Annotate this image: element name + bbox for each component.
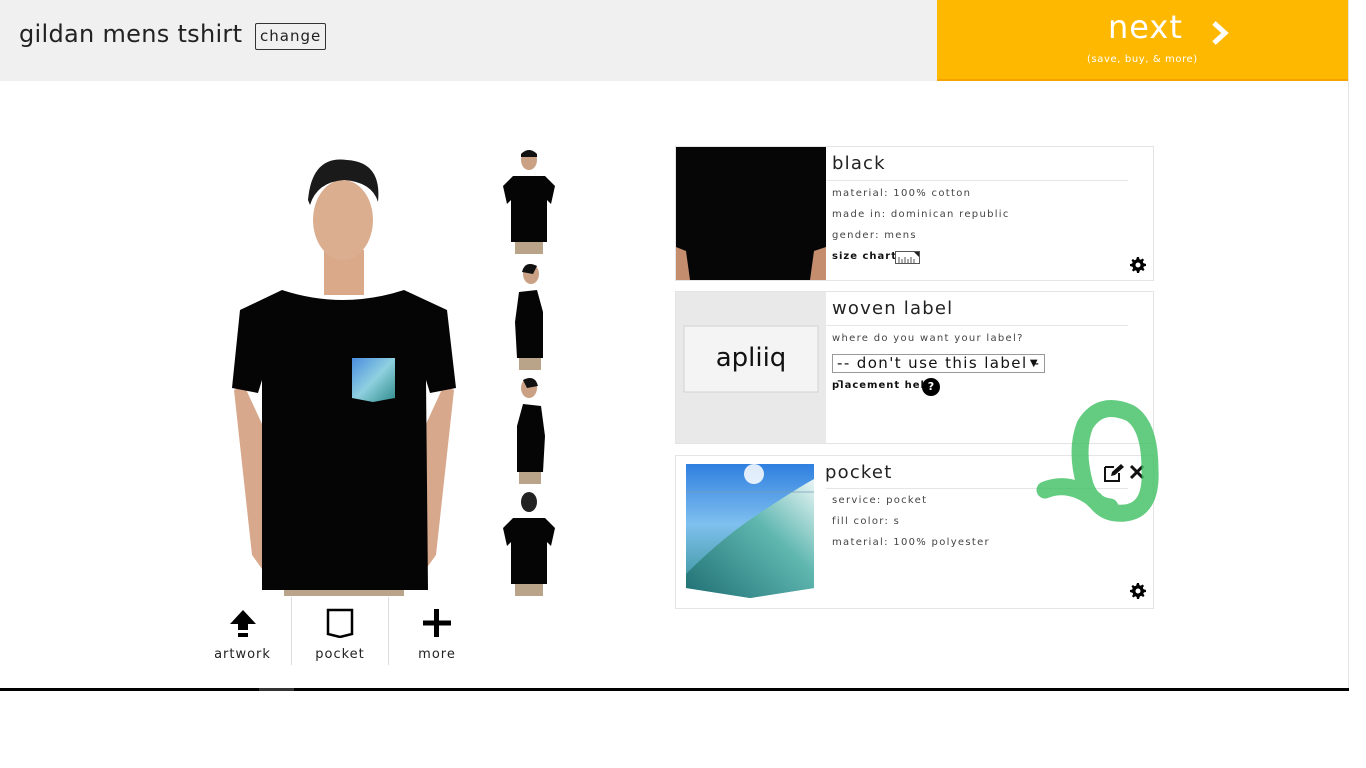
woven-label-card: apliiq woven label where do you want you…	[675, 291, 1154, 444]
close-icon[interactable]	[1129, 464, 1145, 480]
more-label: more	[418, 647, 456, 662]
shirt-details-card: black material: 100% cotton made in: dom…	[675, 146, 1154, 281]
pocket-title: pocket	[825, 462, 893, 483]
footer-divider-mark	[259, 688, 294, 691]
thumbnail-right-side[interactable]	[495, 262, 565, 372]
plus-icon	[423, 609, 451, 637]
material-text: material: 100% cotton	[832, 188, 972, 199]
pocket-artwork-image	[686, 464, 814, 598]
view-thumbnails	[495, 148, 565, 604]
add-artwork-button[interactable]: artwork	[194, 597, 291, 665]
apliiq-logo-text: apliiq	[716, 343, 787, 373]
gear-icon[interactable]	[1130, 583, 1146, 599]
thumbnail-left-side[interactable]	[495, 376, 565, 486]
help-icon[interactable]: ?	[922, 378, 940, 396]
pocket-label: pocket	[315, 647, 365, 662]
divider	[826, 325, 1128, 326]
main-product-preview	[232, 159, 456, 596]
pocket-card: pocket service: pocket fill color: s mat…	[675, 455, 1154, 609]
label-question: where do you want your label?	[832, 333, 1024, 344]
thumbnail-front[interactable]	[495, 148, 565, 258]
next-label: next	[1108, 8, 1183, 46]
service-text: service: pocket	[832, 495, 928, 506]
material-text: material: 100% polyester	[832, 537, 990, 548]
footer-divider	[0, 688, 1349, 691]
header-bar: gildan mens tshirt change	[0, 0, 937, 81]
design-toolbar: artwork pocket more	[194, 597, 486, 665]
label-placement-select[interactable]: -- don't use this label -- ▼	[832, 354, 1045, 389]
change-product-button[interactable]: change	[255, 23, 327, 50]
ruler-icon[interactable]	[895, 251, 920, 264]
label-title: woven label	[832, 298, 954, 319]
gear-icon[interactable]	[1130, 257, 1146, 273]
woven-label-image: apliiq	[676, 292, 826, 443]
next-button[interactable]: next (save, buy, & more)	[937, 0, 1348, 81]
chevron-right-icon	[1212, 21, 1229, 45]
fill-color-text: fill color: s	[832, 516, 901, 527]
artwork-label: artwork	[214, 647, 271, 662]
gender-text: gender: mens	[832, 230, 917, 241]
dropdown-arrow-icon: ▼	[1029, 358, 1039, 369]
edit-icon[interactable]	[1103, 463, 1125, 483]
size-chart-label: size chart:	[832, 251, 902, 262]
shirt-color-swatch-image	[676, 147, 826, 280]
divider	[826, 488, 1128, 489]
pocket-icon	[326, 608, 354, 639]
more-options-button[interactable]: more	[388, 597, 485, 665]
add-pocket-button[interactable]: pocket	[291, 597, 388, 665]
made-in-text: made in: dominican republic	[832, 209, 1010, 220]
product-title: gildan mens tshirt	[19, 20, 243, 48]
thumbnail-back[interactable]	[495, 490, 565, 600]
next-sublabel: (save, buy, & more)	[1087, 54, 1198, 65]
page: gildan mens tshirt change next (save, bu…	[0, 0, 1349, 691]
shirt-color-title: black	[832, 153, 886, 174]
placement-help-link[interactable]: placement help	[832, 380, 933, 391]
upload-icon	[229, 610, 256, 637]
divider	[826, 180, 1128, 181]
